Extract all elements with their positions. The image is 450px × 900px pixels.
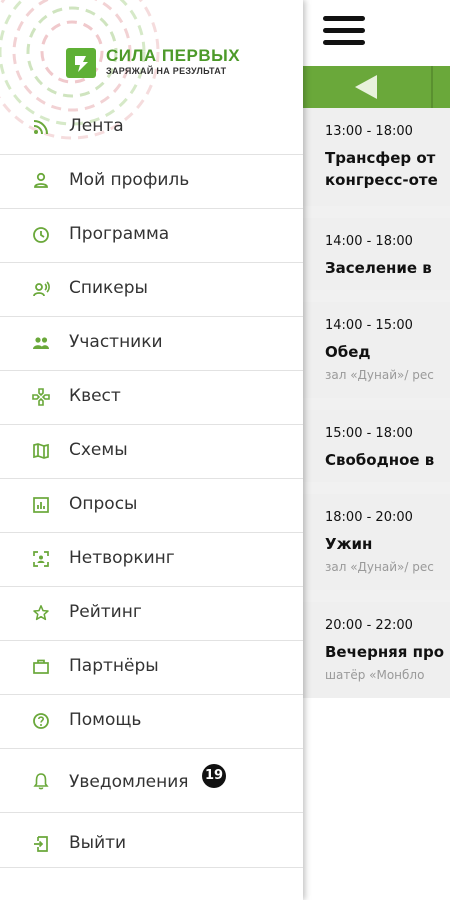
empty-area (303, 698, 450, 900)
menu-item-label: Опросы (69, 494, 138, 514)
briefcase-icon (33, 659, 49, 674)
event-title: Свободное в (325, 451, 435, 469)
notification-count-badge: 19 (202, 764, 226, 788)
menu-item-rating[interactable]: Рейтинг (0, 586, 303, 641)
menu-item-label: Схемы (69, 440, 128, 460)
event-title: Трансфер от (325, 149, 436, 167)
menu-item-quest[interactable]: Квест (0, 370, 303, 425)
arrow-left-icon (355, 75, 377, 99)
event-card[interactable]: 13:00 - 18:00 Трансфер от конгресс-оте (303, 108, 450, 206)
menu-item-help[interactable]: Помощь (0, 694, 303, 749)
brand-title: СИЛА ПЕРВЫХ (106, 46, 241, 65)
menu-item-label: Программа (69, 224, 170, 244)
event-card[interactable]: 20:00 - 22:00 Вечерняя про шатёр «Монбло (303, 602, 450, 698)
map-icon (33, 443, 49, 459)
event-time: 18:00 - 20:00 (325, 510, 413, 525)
event-title: Вечерняя про (325, 643, 445, 661)
event-time: 13:00 - 18:00 (325, 124, 413, 139)
day-navigation-bar (303, 66, 450, 108)
menu-item-program[interactable]: Программа (0, 208, 303, 263)
menu-item-participants[interactable]: Участники (0, 316, 303, 371)
menu-item-networking[interactable]: Нетворкинг (0, 532, 303, 587)
brand-logo-icon (66, 48, 96, 78)
people-icon (33, 337, 49, 349)
event-time: 14:00 - 15:00 (325, 318, 413, 333)
menu-item-feed[interactable]: Лента (0, 100, 303, 155)
bell-icon (33, 773, 49, 790)
event-card[interactable]: 14:00 - 15:00 Обед зал «Дунай»/ рес (303, 302, 450, 398)
event-card[interactable]: 14:00 - 18:00 Заселение в (303, 218, 450, 290)
menu-item-profile[interactable]: Мой профиль (0, 154, 303, 209)
event-title: Обед (325, 343, 371, 361)
menu-item-label: Участники (69, 332, 163, 352)
brand-subtitle: ЗАРЯЖАЙ НА РЕЗУЛЬТАТ (106, 66, 227, 76)
event-place: зал «Дунай»/ рес (325, 368, 434, 382)
logout-icon (34, 836, 48, 852)
menu-item-label: Нетворкинг (69, 548, 175, 568)
hamburger-menu-icon[interactable] (323, 16, 365, 48)
navigation-drawer: СИЛА ПЕРВЫХ ЗАРЯЖАЙ НА РЕЗУЛЬТАТ Лента М… (0, 0, 303, 900)
clock-icon (33, 227, 49, 243)
speaker-icon (33, 281, 50, 297)
menu-item-label: Уведомления (69, 772, 189, 792)
menu-item-label: Помощь (69, 710, 142, 730)
menu-item-label: Квест (69, 386, 121, 406)
event-title: Заселение в (325, 259, 432, 277)
person-icon (34, 172, 48, 188)
event-time: 14:00 - 18:00 (325, 234, 413, 249)
event-title-line2: конгресс-оте (325, 171, 438, 189)
menu-item-label: Лента (69, 116, 124, 136)
nav-divider (431, 66, 433, 108)
rss-icon (33, 120, 48, 135)
menu-item-label: Партнёры (69, 656, 159, 676)
event-title: Ужин (325, 535, 373, 553)
menu-item-label: Мой профиль (69, 170, 190, 190)
brand-logo: СИЛА ПЕРВЫХ ЗАРЯЖАЙ НА РЕЗУЛЬТАТ (66, 46, 276, 82)
menu-item-label: Выйти (69, 833, 127, 853)
event-card[interactable]: 18:00 - 20:00 Ужин зал «Дунай»/ рес (303, 494, 450, 590)
previous-day-button[interactable] (303, 66, 431, 108)
menu-item-label: Рейтинг (69, 602, 142, 622)
gamepad-icon (32, 388, 50, 406)
scan-icon (33, 551, 49, 567)
event-place: шатёр «Монбло (325, 668, 425, 682)
event-place: зал «Дунай»/ рес (325, 560, 434, 574)
star-icon (33, 605, 49, 621)
app-header (303, 0, 450, 66)
help-icon (33, 713, 49, 729)
menu-item-partners[interactable]: Партнёры (0, 640, 303, 695)
event-time: 20:00 - 22:00 (325, 618, 413, 633)
event-card[interactable]: 15:00 - 18:00 Свободное в (303, 410, 450, 482)
menu-item-maps[interactable]: Схемы (0, 424, 303, 479)
menu-item-notifications[interactable]: Уведомления 19 (0, 748, 303, 813)
menu-item-speakers[interactable]: Спикеры (0, 262, 303, 317)
event-time: 15:00 - 18:00 (325, 426, 413, 441)
menu-item-label: Спикеры (69, 278, 148, 298)
drawer-header: СИЛА ПЕРВЫХ ЗАРЯЖАЙ НА РЕЗУЛЬТАТ (0, 0, 303, 140)
menu-item-polls[interactable]: Опросы (0, 478, 303, 533)
menu-item-logout[interactable]: Выйти (0, 813, 303, 868)
poll-icon (33, 497, 49, 513)
